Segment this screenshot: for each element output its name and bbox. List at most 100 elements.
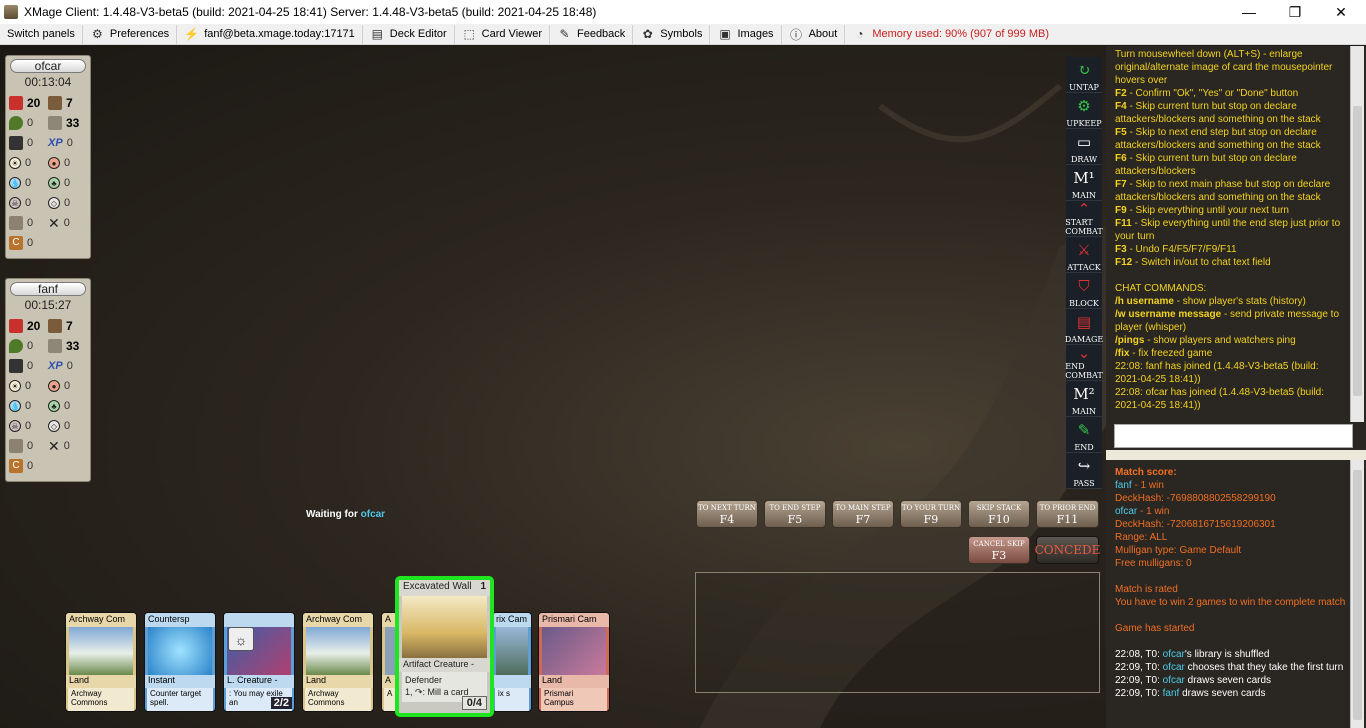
log-scroll-thumb[interactable] <box>1353 470 1362 720</box>
hand-card[interactable]: Countersp Instant Counter target spell. <box>144 612 216 712</box>
command-zone-icon[interactable]: C <box>9 459 23 473</box>
phase-main1[interactable]: M¹ MAIN <box>1066 165 1102 201</box>
concede-button[interactable]: CONCEDE <box>1035 536 1100 564</box>
chat-panel: Turn mousewheel down (ALT+S) - enlarge o… <box>1106 46 1366 728</box>
waiting-prefix: Waiting for <box>306 509 361 520</box>
life-count: 20 <box>27 319 41 333</box>
skip-to-end-step-button[interactable]: TO END STEP F5 <box>764 500 826 528</box>
server-connection-button[interactable]: ⚡ fanf@beta.xmage.today:17171 <box>177 24 363 44</box>
exile-count: 0 <box>63 440 70 452</box>
hand-card[interactable]: Archway Com Land Archway Commons <box>65 612 137 712</box>
deck-editor-label: Deck Editor <box>389 28 447 40</box>
phase-pass[interactable]: ↪ PASS <box>1066 453 1102 489</box>
card-power-toughness: 0/4 <box>461 696 487 710</box>
player-panel-self: fanf 00:15:27 20 7 0 33 0 XP 0 ☀ 0 ● 0 💧 0 ♣ 0 ☠ 0 ◇… <box>5 278 91 482</box>
phase-label: UNTAP <box>1069 83 1099 92</box>
phase-end-combat[interactable]: ⌄ END COMBAT <box>1065 344 1103 381</box>
phase-end[interactable]: ✎ END <box>1066 417 1102 453</box>
phase-untap[interactable]: ↻ UNTAP <box>1066 57 1102 93</box>
card-art <box>69 627 133 675</box>
hand-card-selected[interactable]: Excavated Wall 1 Artifact Creature - Def… <box>395 576 494 717</box>
help-key: F3 <box>1115 244 1127 255</box>
hand-card[interactable]: rix Cam ix s <box>492 612 532 712</box>
cancel-skip-button[interactable]: CANCEL SKIP F3 <box>968 536 1030 564</box>
sword-icon: ⚔ <box>1077 241 1091 259</box>
images-label: Images <box>737 28 774 40</box>
phase-attack[interactable]: ⚔ ATTACK <box>1066 237 1102 273</box>
help-key: F11 <box>1115 218 1132 229</box>
graveyard-icon[interactable] <box>9 439 23 453</box>
pass-icon: ↪ <box>1077 457 1091 475</box>
close-button[interactable]: ✕ <box>1318 0 1364 24</box>
xmage-logo-icon <box>4 5 18 19</box>
chat-cmd: /fix <box>1115 348 1130 359</box>
help-key: F4 <box>1115 101 1127 112</box>
chat-commands-header: CHAT COMMANDS: <box>1115 283 1207 294</box>
player-wins: - 1 win <box>1137 506 1170 517</box>
switch-panels-button[interactable]: Switch panels <box>0 24 83 44</box>
log-player: ofcar <box>1162 675 1185 686</box>
chat-cmd: /pings <box>1115 335 1145 346</box>
gear-icon: ⚙ <box>91 27 103 41</box>
player-name[interactable]: ofcar <box>10 59 86 73</box>
images-button[interactable]: ▣ Images <box>710 24 782 44</box>
energy-count: 0 <box>27 360 34 372</box>
feedback-button[interactable]: ✎ Feedback <box>550 24 634 44</box>
memory-label: Memory used: 90% (907 of 999 MB) <box>872 28 1050 40</box>
about-label: About <box>808 28 838 40</box>
phase-draw[interactable]: ▭ DRAW <box>1066 129 1102 165</box>
help-text: - Switch in/out to chat text field <box>1132 257 1271 268</box>
graveyard-icon[interactable] <box>9 216 23 230</box>
black-mana-icon: ☠ <box>9 197 21 209</box>
symbols-label: Symbols <box>660 28 703 40</box>
phase-upkeep[interactable]: ⚙ UPKEEP <box>1066 93 1102 129</box>
skip-to-next-turn-button[interactable]: TO NEXT TURN F4 <box>696 500 758 528</box>
start-combat-icon: ⌃ <box>1077 200 1091 218</box>
phase-damage[interactable]: ▤ DAMAGE <box>1065 309 1103 345</box>
deck-editor-button[interactable]: ▤ Deck Editor <box>363 24 455 44</box>
exile-icon[interactable]: ✕ <box>48 215 60 232</box>
symbols-button[interactable]: ✿ Symbols <box>633 24 711 44</box>
card-mana-cost: 1 <box>480 581 486 592</box>
skip-to-your-turn-button[interactable]: TO YOUR TURN F9 <box>900 500 962 528</box>
menu-bar: Switch panels ⚙ Preferences ⚡ fanf@beta.xm… <box>0 24 1366 45</box>
command-zone-icon[interactable]: C <box>9 236 23 250</box>
card-title: Archway Com <box>303 613 373 627</box>
panel-splitter[interactable] <box>1106 450 1366 460</box>
skip-stack-button[interactable]: SKIP STACK F10 <box>968 500 1030 528</box>
hand-card[interactable]: Archway Com Land Archway Commons <box>302 612 374 712</box>
energy-count: 0 <box>27 137 34 149</box>
exile-icon[interactable]: ✕ <box>48 438 60 455</box>
help-text: Turn mousewheel down (ALT+S) - enlarge o… <box>1115 49 1333 86</box>
skip-to-prior-end-button[interactable]: TO PRIOR END F11 <box>1036 500 1099 528</box>
red-mana-count: 0 <box>64 157 71 169</box>
skip-to-main-step-button[interactable]: TO MAIN STEP F7 <box>832 500 894 528</box>
about-button[interactable]: ⓘ About <box>782 24 846 44</box>
hand-card[interactable]: Prismari Cam Land Prismari Campus <box>538 612 610 712</box>
player-timer: 00:15:27 <box>24 298 72 312</box>
player-name[interactable]: fanf <box>10 282 86 296</box>
phase-main2[interactable]: M² MAIN <box>1066 381 1102 417</box>
phase-start-combat[interactable]: ⌃ START COMBAT <box>1065 200 1103 237</box>
white-mana-icon: ☀ <box>9 380 21 392</box>
score-line: fanf - 1 win <box>1115 479 1346 492</box>
chat-scroll-thumb[interactable] <box>1353 106 1362 396</box>
chat-input[interactable] <box>1114 424 1353 448</box>
chat-scrollbar[interactable] <box>1350 46 1364 422</box>
card-viewer-button[interactable]: ⬚ Card Viewer <box>455 24 550 44</box>
win-condition-info: You have to win 2 games to win the compl… <box>1115 597 1346 608</box>
log-player: ofcar <box>1162 649 1185 660</box>
preferences-label: Preferences <box>109 28 170 40</box>
log-player: ofcar <box>1162 662 1185 673</box>
chat-cmd: /h username <box>1115 296 1174 307</box>
experience-count: 0 <box>66 137 73 149</box>
info-icon: ⓘ <box>790 27 803 42</box>
preferences-button[interactable]: ⚙ Preferences <box>83 24 178 44</box>
minimize-button[interactable]: — <box>1226 0 1272 24</box>
end-combat-icon: ⌄ <box>1077 344 1091 362</box>
hand-card[interactable]: L. Creature - : You may exile an ☼ 2/2 <box>223 612 295 712</box>
log-scrollbar[interactable] <box>1350 460 1364 728</box>
red-mana-icon: ● <box>48 380 60 392</box>
maximize-button[interactable]: ❐ <box>1272 0 1318 24</box>
phase-block[interactable]: ⛉ BLOCK <box>1066 273 1102 309</box>
